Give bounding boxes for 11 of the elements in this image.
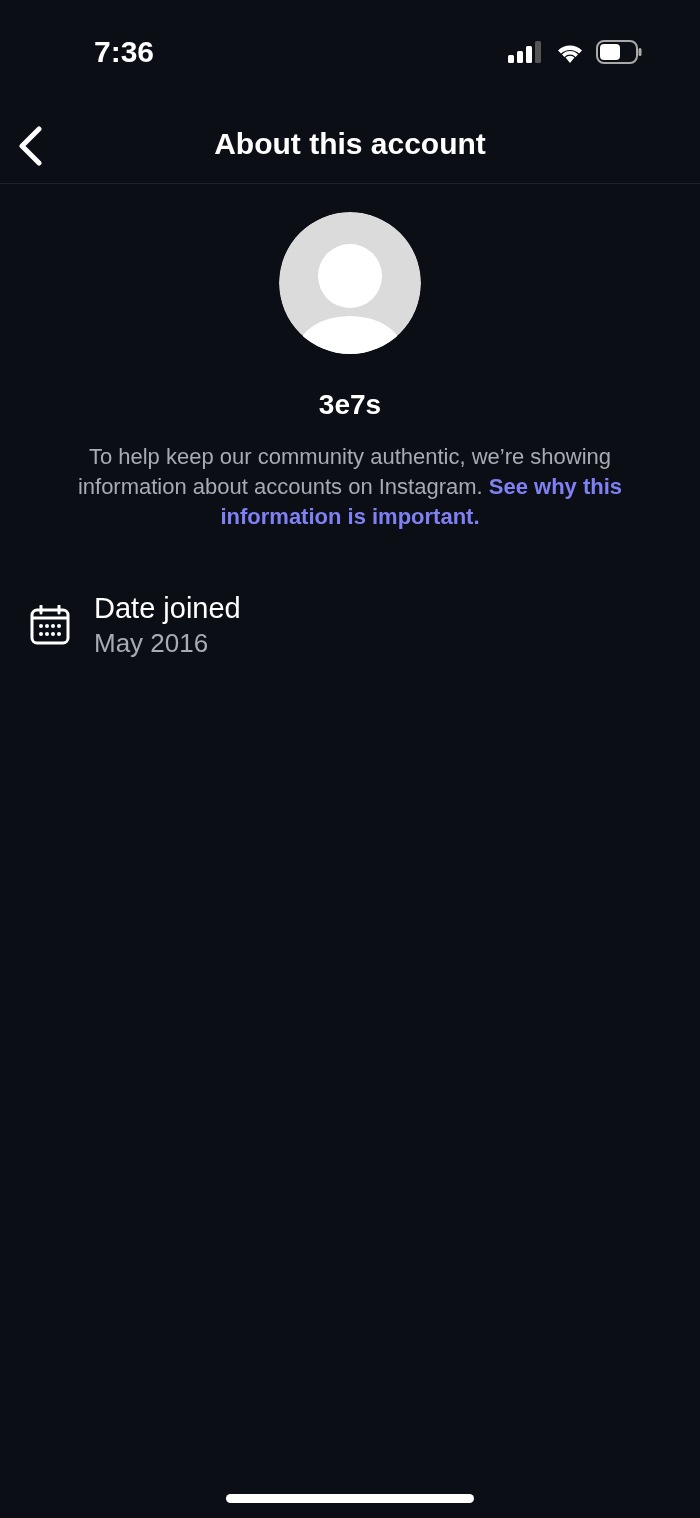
description-text: To help keep our community authentic, we’re showing information about accounts on Instagram. See why this information is important. xyxy=(76,443,624,531)
username: 3e7s xyxy=(318,388,382,422)
back-icon xyxy=(17,126,43,166)
avatar-icon xyxy=(279,212,421,354)
detail-value: May 2016 xyxy=(94,627,210,660)
status-time: 7:36 xyxy=(94,33,155,70)
detail-label: Date joined xyxy=(94,591,241,626)
battery-icon xyxy=(596,40,642,64)
signal-icon xyxy=(508,41,544,63)
calendar-icon xyxy=(30,605,70,645)
page-title: About this account xyxy=(214,126,486,162)
